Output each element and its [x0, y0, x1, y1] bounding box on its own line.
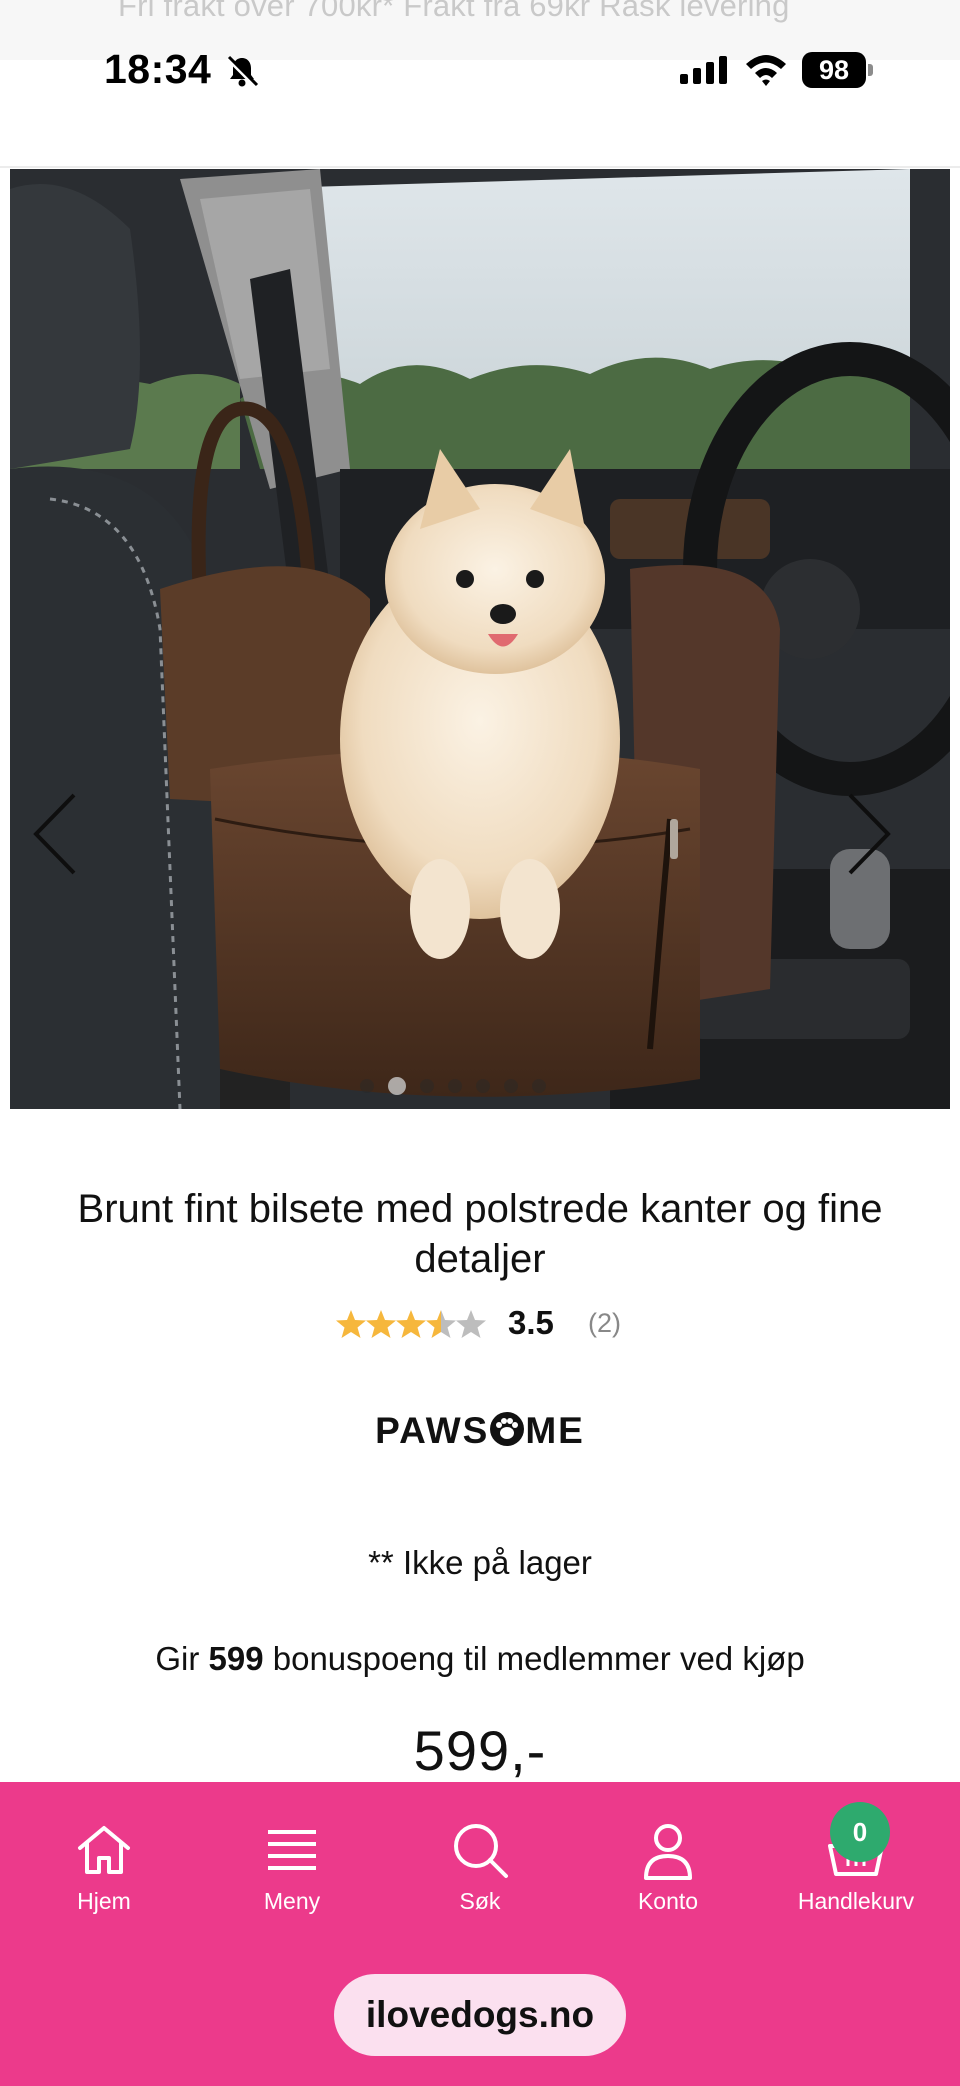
- search-icon: [454, 1824, 508, 1878]
- carousel-dot[interactable]: [476, 1079, 490, 1093]
- cart-count-badge: 0: [830, 1802, 890, 1862]
- site-url[interactable]: ilovedogs.no: [334, 1974, 626, 2056]
- bonus-suffix: bonuspoeng til medlemmer ved kjøp: [272, 1640, 805, 1677]
- nav-menu[interactable]: Meny: [207, 1818, 377, 1928]
- bottom-navigation: Hjem Meny Søk Konto Handlekurv 0 ilovedo…: [0, 1782, 960, 2086]
- star-half-icon: [426, 1310, 456, 1338]
- brand-logo[interactable]: PAWS ME: [0, 1410, 960, 1452]
- carousel-dot[interactable]: [420, 1079, 434, 1093]
- rating-value: 3.5: [508, 1304, 554, 1341]
- carousel-dot[interactable]: [504, 1079, 518, 1093]
- paw-icon: [490, 1412, 525, 1446]
- nav-account[interactable]: Konto: [583, 1818, 753, 1928]
- product-rating[interactable]: 3.5 (2): [0, 1304, 960, 1348]
- nav-home[interactable]: Hjem: [19, 1818, 189, 1928]
- promo-text: Fri frakt over 700kr* Frakt fra 69kr Ras…: [118, 0, 790, 23]
- nav-cart-label: Handlekurv: [797, 1888, 915, 1914]
- star-icon: [396, 1310, 426, 1338]
- star-empty-icon: [456, 1310, 486, 1338]
- account-icon: [644, 1824, 692, 1880]
- rating-stars: [336, 1310, 486, 1338]
- header-divider: [0, 166, 960, 168]
- home-icon: [78, 1826, 130, 1874]
- product-photo: [10, 169, 950, 1109]
- carousel-dot[interactable]: [360, 1079, 374, 1093]
- menu-icon: [268, 1830, 316, 1870]
- review-count[interactable]: (2): [588, 1308, 621, 1339]
- star-icon: [366, 1310, 396, 1338]
- stock-status: ** Ikke på lager: [368, 1544, 592, 1581]
- product-title: Brunt fint bilsete med polstrede kanter …: [77, 1187, 883, 1281]
- bonus-prefix: Gir: [155, 1640, 200, 1677]
- carousel-dot[interactable]: [448, 1079, 462, 1093]
- status-bar: 18:34 98: [0, 40, 960, 104]
- battery-level: 98: [802, 52, 866, 88]
- status-time: 18:34: [104, 46, 212, 92]
- carousel-dots: [360, 1077, 546, 1095]
- wifi-icon: [746, 55, 786, 86]
- bonus-info: Gir 599 bonuspoeng til medlemmer ved kjø…: [0, 1640, 960, 1678]
- nav-home-label: Hjem: [77, 1888, 131, 1914]
- carousel-dot[interactable]: [532, 1079, 546, 1093]
- nav-search-label: Søk: [459, 1888, 501, 1914]
- carousel-dot-active[interactable]: [388, 1077, 406, 1095]
- star-icon: [336, 1310, 366, 1338]
- product-price: 599,-: [413, 1719, 547, 1782]
- product-image-carousel[interactable]: [10, 169, 950, 1109]
- bonus-points: 599: [208, 1640, 264, 1677]
- nav-search[interactable]: Søk: [395, 1818, 565, 1928]
- battery-icon: 98: [802, 52, 874, 88]
- bell-slash-icon: [226, 55, 259, 88]
- nav-account-label: Konto: [637, 1888, 699, 1914]
- signal-icon: [680, 56, 727, 84]
- chevron-left-icon[interactable]: [26, 789, 86, 879]
- chevron-right-icon[interactable]: [838, 789, 898, 879]
- nav-menu-label: Meny: [263, 1888, 321, 1914]
